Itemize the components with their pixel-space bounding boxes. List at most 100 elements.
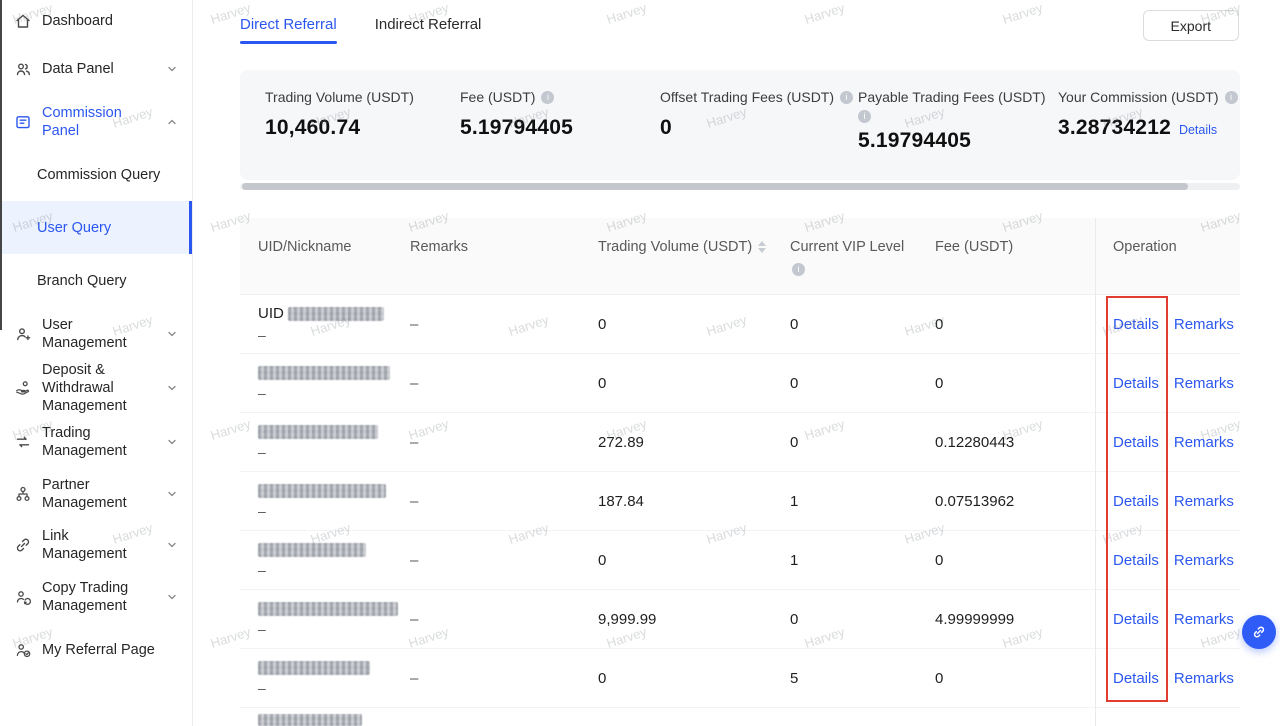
export-button[interactable]: Export xyxy=(1143,10,1239,41)
sidebar-item-partner-management[interactable]: Partner Management xyxy=(0,468,192,520)
sidebar-item-user-query[interactable]: User Query xyxy=(0,201,192,254)
remark-cell: – xyxy=(410,434,598,451)
masked-uid xyxy=(258,714,362,726)
stat-label: Payable Trading Fees (USDT) xyxy=(858,88,1046,106)
details-link[interactable]: Details xyxy=(1113,611,1159,628)
sidebar-item-label: My Referral Page xyxy=(42,641,178,659)
uid-subtext: – xyxy=(258,562,410,578)
remarks-link[interactable]: Remarks xyxy=(1174,611,1234,628)
vip-level-cell: 5 xyxy=(790,670,935,687)
trading-volume-cell: 0 xyxy=(598,552,790,569)
uid-subtext: – xyxy=(258,680,410,696)
sidebar-item-label: Copy Trading Management xyxy=(42,579,156,615)
stat-value: 5.19794405 xyxy=(858,129,1058,153)
window-edge xyxy=(0,0,2,330)
sidebar-item-commission-query[interactable]: Commission Query xyxy=(0,148,192,201)
info-icon[interactable] xyxy=(858,110,871,123)
table-row: – – 9,999.99 0 4.99999999 DetailsRemarks xyxy=(240,590,1240,649)
link-icon xyxy=(1251,624,1267,640)
home-icon xyxy=(14,12,32,30)
remarks-link[interactable]: Remarks xyxy=(1174,493,1234,510)
sidebar-item-link-management[interactable]: Link Management xyxy=(0,520,192,570)
table-row: – – 0 5 0 DetailsRemarks xyxy=(240,649,1240,708)
stat-payable-trading-fees: Payable Trading Fees (USDT) 5.19794405 xyxy=(858,88,1058,180)
sidebar-item-branch-query[interactable]: Branch Query xyxy=(0,254,192,307)
sidebar-item-label: Dashboard xyxy=(42,12,178,30)
remarks-link[interactable]: Remarks xyxy=(1174,375,1234,392)
remark-cell: – xyxy=(410,611,598,628)
remarks-link[interactable]: Remarks xyxy=(1174,434,1234,451)
stat-fee: Fee (USDT) 5.19794405 xyxy=(460,88,660,180)
remark-cell: – xyxy=(410,493,598,510)
sidebar-item-data-panel[interactable]: Data Panel xyxy=(0,42,192,95)
chevron-down-icon xyxy=(166,539,178,551)
column-header-operation: Operation xyxy=(1095,238,1240,256)
referral-link-fab[interactable] xyxy=(1242,615,1276,649)
chevron-up-icon xyxy=(166,116,178,128)
trading-volume-cell: 272.89 xyxy=(598,434,790,451)
stat-value: 3.28734212 xyxy=(1058,116,1171,140)
remark-cell: – xyxy=(410,316,598,333)
sidebar-item-user-management[interactable]: User Management xyxy=(0,307,192,360)
remark-cell: – xyxy=(410,670,598,687)
details-link[interactable]: Details xyxy=(1113,670,1159,687)
tab-indirect-referral[interactable]: Indirect Referral xyxy=(375,0,482,44)
tab-direct-referral[interactable]: Direct Referral xyxy=(240,0,337,44)
trading-volume-cell: 0 xyxy=(598,670,790,687)
stat-offset-trading-fees: Offset Trading Fees (USDT) 0 xyxy=(660,88,858,180)
fee-cell: 0 xyxy=(935,552,1095,569)
remarks-link[interactable]: Remarks xyxy=(1174,552,1234,569)
sidebar-item-my-referral-page[interactable]: My Referral Page xyxy=(0,624,192,676)
fee-cell: 0 xyxy=(935,375,1095,392)
masked-uid xyxy=(258,484,386,498)
sidebar-item-trading-management[interactable]: Trading Management xyxy=(0,416,192,468)
sidebar-item-deposit-withdrawal-management[interactable]: Deposit & Withdrawal Management xyxy=(0,360,192,416)
horizontal-scrollbar-track xyxy=(240,183,1240,190)
commission-details-link[interactable]: Details xyxy=(1179,123,1217,137)
vip-level-cell: 0 xyxy=(790,316,935,333)
masked-uid xyxy=(258,366,390,380)
trading-management-icon xyxy=(14,433,32,451)
stat-your-commission: Your Commission (USDT) 3.28734212 Detail… xyxy=(1058,88,1240,180)
details-link[interactable]: Details xyxy=(1113,552,1159,569)
sidebar-item-label: Trading Management xyxy=(42,424,156,460)
trading-volume-cell: 187.84 xyxy=(598,493,790,510)
column-header-vip-level: Current VIP Level xyxy=(790,238,935,281)
stat-value: 10,460.74 xyxy=(265,116,460,140)
vip-level-cell: 1 xyxy=(790,552,935,569)
column-header-uid: UID/Nickname xyxy=(240,238,410,256)
sidebar-item-label: User Management xyxy=(42,316,156,352)
masked-uid xyxy=(258,425,378,439)
info-icon[interactable] xyxy=(1225,91,1238,104)
remark-cell: – xyxy=(410,375,598,392)
sidebar-item-commission-panel[interactable]: Commission Panel xyxy=(0,95,192,148)
stat-label: Trading Volume (USDT) xyxy=(265,88,414,106)
sidebar-item-dashboard[interactable]: Dashboard xyxy=(0,0,192,42)
sidebar-item-label: Commission Query xyxy=(37,167,160,183)
info-icon[interactable] xyxy=(840,91,853,104)
details-link[interactable]: Details xyxy=(1113,375,1159,392)
fee-cell: 0.07513962 xyxy=(935,493,1095,510)
details-link[interactable]: Details xyxy=(1113,316,1159,333)
link-icon xyxy=(14,536,32,554)
details-link[interactable]: Details xyxy=(1113,493,1159,510)
sort-icon[interactable] xyxy=(758,241,766,253)
remarks-link[interactable]: Remarks xyxy=(1174,670,1234,687)
table-row: – – 187.84 1 0.07513962 DetailsRemarks xyxy=(240,472,1240,531)
info-icon[interactable] xyxy=(541,91,554,104)
table-row-partial xyxy=(240,708,1240,726)
details-link[interactable]: Details xyxy=(1113,434,1159,451)
info-icon[interactable] xyxy=(792,263,805,276)
summary-card: Trading Volume (USDT) 10,460.74 Fee (USD… xyxy=(240,70,1240,180)
horizontal-scrollbar-handle[interactable] xyxy=(242,183,1188,190)
remark-cell: – xyxy=(410,552,598,569)
stat-value: 0 xyxy=(660,116,858,140)
chevron-down-icon xyxy=(166,382,178,394)
fee-cell: 0.12280443 xyxy=(935,434,1095,451)
sidebar-item-copy-trading-management[interactable]: Copy Trading Management xyxy=(0,570,192,624)
table-row: – – 0 0 0 DetailsRemarks xyxy=(240,354,1240,413)
fee-cell: 4.99999999 xyxy=(935,611,1095,628)
column-header-label: Current VIP Level xyxy=(790,238,935,256)
remarks-link[interactable]: Remarks xyxy=(1174,316,1234,333)
masked-uid xyxy=(288,307,384,321)
